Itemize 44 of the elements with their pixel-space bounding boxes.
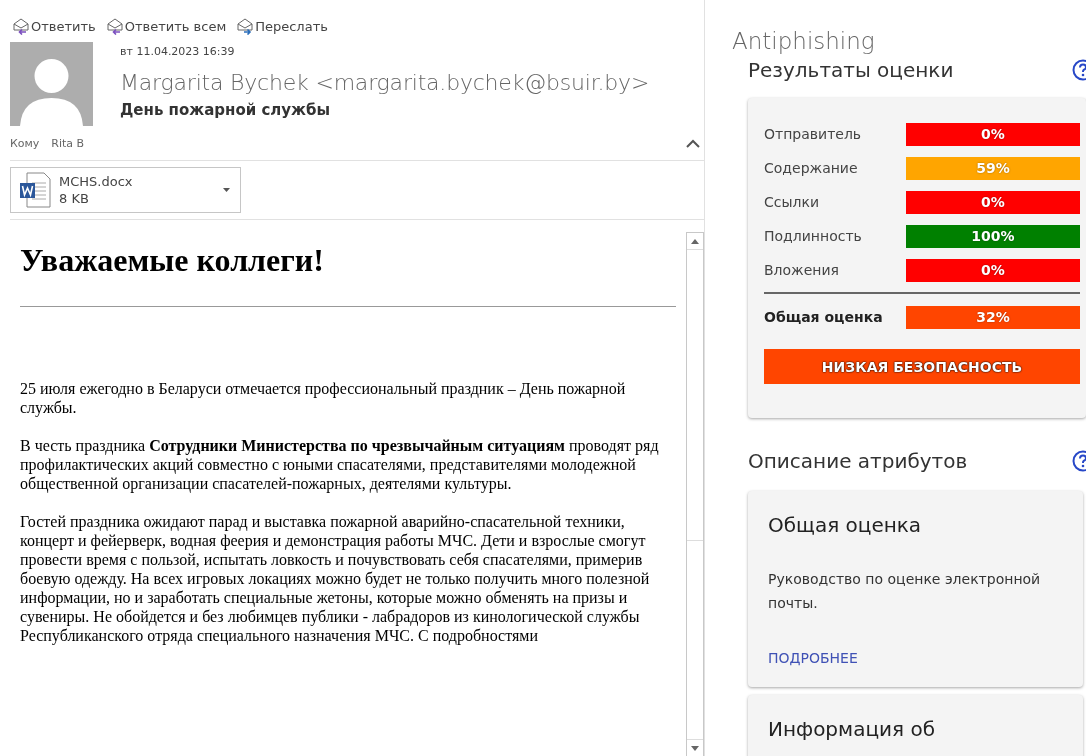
section-title: Результаты оценки (748, 58, 954, 82)
attribute-label: Вложения (764, 262, 841, 278)
section-title: Описание атрибутов (748, 449, 968, 473)
recipient-name[interactable]: Rita B (51, 136, 85, 150)
forward-button[interactable]: Переслать (236, 17, 328, 35)
score-bar: 100% (906, 224, 1080, 248)
reply-all-button[interactable]: Ответить всем (105, 17, 227, 35)
to-label: Кому (10, 136, 40, 150)
scroll-down-icon[interactable] (691, 745, 699, 751)
scrollbar[interactable] (686, 232, 704, 756)
score-bar: 59% (906, 156, 1080, 180)
attribute-label: Содержание (764, 160, 859, 176)
score-bar: 0% (906, 190, 1080, 214)
body-paragraph: В честь праздника Сотрудники Министерства по чрезвычайным ситуациям проводят ряд профилактических акций совместно с юными спасателями, представителями молодежной общественной организации спасателей-пожарных, деятелями культуры. (20, 436, 660, 493)
reply-button[interactable]: Ответить (12, 17, 96, 35)
verdict-banner: НИЗКАЯ БЕЗОПАСНОСТЬ (764, 349, 1080, 384)
scroll-up-icon[interactable] (691, 238, 699, 244)
card-title: Информация об (768, 717, 936, 741)
reply-icon (105, 17, 124, 35)
body-paragraph: 25 июля ежегодно в Беларуси отмечается профессиональный праздник – День пожарной службы. (20, 379, 627, 417)
card-description: Руководство по оценке электронной почты. (768, 570, 1042, 613)
attribute-label: Отправитель (764, 126, 863, 142)
word-document-icon (19, 172, 51, 208)
attribute-label: Общая оценка (764, 309, 884, 325)
collapse-icon[interactable] (686, 138, 700, 148)
addin-title: Antiphishing (732, 27, 876, 55)
attachment-name: MCHS.docx (59, 173, 133, 190)
body-paragraph: Гостей праздника ожидают парад и выставка пожарной аварийно-спасательной техники, концерт и фейерверк, водная феерия и демонстрация работы МЧС. Дети и взрослые смогут провести время с пользой, испытать ловкость и почувствовать себя спасателями, примерив боевую одежду. На всех игровых локациях можно будет не только получить много полезной информации, но и заработать специальные жетоны, которые можно обменять на призы и сувениры. Не обойдется и без любимцев публики - лабрадоров из кинологической службы Республиканского отряда специального назначения МЧС. С подробностями (20, 512, 651, 645)
sender-address: Margarita Bychek <margarita.bychek@bsuir.by> (120, 70, 650, 95)
score-bar: 0% (906, 122, 1080, 146)
message-date: вт 11.04.2023 16:39 (120, 45, 236, 58)
attribute-label: Подлинность (764, 228, 863, 244)
caret-icon[interactable] (223, 188, 230, 192)
body-heading: Уважаемые коллеги! (20, 242, 325, 279)
card-title: Общая оценка (768, 513, 923, 537)
reply-icon (12, 17, 30, 35)
attachment-size: 8 KB (59, 190, 90, 207)
more-link[interactable]: ПОДРОБНЕЕ (768, 650, 858, 666)
attachment-button[interactable]: MCHS.docx 8 KB (10, 167, 241, 213)
forward-icon (236, 17, 255, 35)
score-bar: 32% (906, 305, 1080, 329)
attribute-label: Ссылки (764, 194, 821, 210)
message-subject: День пожарной службы (120, 101, 332, 119)
score-bar: 0% (906, 258, 1080, 282)
